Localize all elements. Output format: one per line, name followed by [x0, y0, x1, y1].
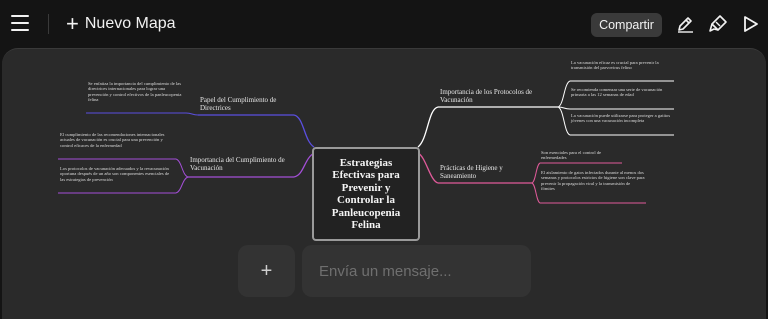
hamburger-icon[interactable]	[11, 15, 29, 31]
plus-icon: +	[66, 11, 79, 36]
connector-left-2	[293, 152, 315, 178]
branch-node-directrices[interactable]: Papel del Cumplimiento de Directrices	[200, 96, 294, 112]
new-map-button[interactable]: + Nuevo Mapa	[66, 12, 176, 36]
leaf-node[interactable]: La vacunación puede utilizarse para prot…	[571, 113, 671, 124]
header-divider	[48, 14, 49, 34]
share-button[interactable]: Compartir	[591, 13, 662, 37]
pen-icon[interactable]	[675, 14, 695, 34]
connector-leaf-l2a	[175, 158, 189, 178]
connector-leaf-r2b	[531, 182, 541, 204]
connector-leaf-l2b	[175, 176, 189, 194]
branch-node-cumplimiento-vacunacion[interactable]: Importancia del Cumplimiento de Vacunaci…	[190, 156, 294, 172]
play-icon[interactable]	[740, 14, 760, 34]
leaf-node[interactable]: El aislamiento de gatos infectados duran…	[541, 170, 645, 192]
new-map-label: Nuevo Mapa	[84, 15, 176, 32]
plus-icon: +	[260, 259, 273, 282]
top-bar: + Nuevo Mapa Compartir	[0, 0, 768, 48]
connector-leaf-l1	[185, 112, 199, 116]
leaf-node[interactable]: La vacunación eficaz es crucial para pre…	[571, 60, 671, 71]
connector-leaf-r1a	[557, 80, 571, 108]
connector-leaf-r2a	[531, 162, 541, 184]
central-node[interactable]: Estrategias Efectivas para Prevenir y Co…	[312, 147, 420, 241]
leaf-node[interactable]: Se recomienda comenzar una serie de vacu…	[571, 87, 671, 98]
highlighter-icon[interactable]	[708, 14, 728, 34]
message-input[interactable]: Envía un mensaje...	[302, 245, 531, 297]
branch-node-higiene[interactable]: Prácticas de Higiene y Saneamiento	[440, 164, 530, 180]
leaf-node[interactable]: Los protocolos de vacunación adecuados y…	[60, 166, 174, 182]
leaf-node[interactable]: El cumplimiento de las recomendaciones i…	[60, 132, 174, 148]
connector-leaf-r1c	[557, 106, 571, 136]
leaf-node[interactable]: Son esenciales para el control de enferm…	[541, 150, 621, 161]
add-attachment-button[interactable]: +	[238, 245, 295, 297]
branch-node-protocolos[interactable]: Importancia de los Protocolos de Vacunac…	[440, 88, 552, 104]
leaf-node[interactable]: Se enfatiza la importancia del cumplimie…	[88, 81, 184, 103]
connector-right-2	[417, 152, 439, 184]
connector-left-1	[293, 114, 315, 148]
connector-right-1	[417, 106, 439, 148]
